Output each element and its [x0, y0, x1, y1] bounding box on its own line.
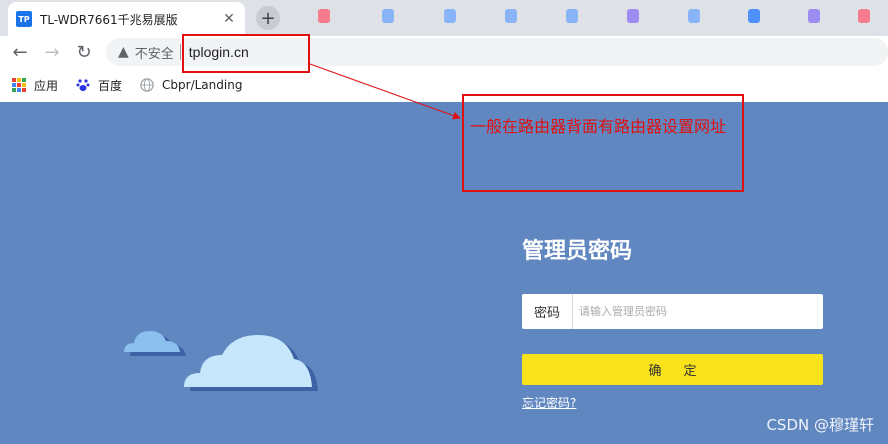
- background-tab-favicon-icon[interactable]: [444, 9, 456, 23]
- background-tab-favicon-icon[interactable]: [748, 9, 760, 23]
- background-tab-favicon-icon[interactable]: [858, 9, 870, 23]
- large-cloud-icon: [184, 335, 318, 391]
- bookmark-cbpr[interactable]: Cbpr/Landing: [140, 78, 242, 92]
- annotation-text: 一般在路由器背面有路由器设置网址: [470, 117, 727, 136]
- forward-button[interactable]: →: [40, 40, 64, 64]
- bookmarks-bar: 应用 百度 Cbpr/Landing: [0, 70, 888, 100]
- globe-icon: [140, 78, 154, 92]
- background-tab-favicon-icon[interactable]: [318, 9, 330, 23]
- apps-grid-icon: [12, 78, 26, 92]
- confirm-button[interactable]: 确定: [522, 354, 823, 385]
- bookmark-label: Cbpr/Landing: [162, 78, 243, 92]
- tab-active[interactable]: TP TL-WDR7661千兆易展版 ✕: [8, 2, 245, 36]
- close-tab-icon[interactable]: ✕: [221, 11, 237, 27]
- toolbar: ← → ↻ ▲ 不安全 tplogin.cn: [0, 36, 888, 68]
- baidu-paw-icon: [76, 78, 90, 92]
- tp-link-favicon-icon: TP: [16, 11, 32, 27]
- bookmark-apps[interactable]: 应用: [12, 77, 58, 94]
- password-input[interactable]: [573, 295, 823, 328]
- background-tab-favicon-icon[interactable]: [505, 9, 517, 23]
- back-button[interactable]: ←: [8, 40, 32, 64]
- tab-strip: TP TL-WDR7661千兆易展版 ✕ +: [0, 0, 888, 36]
- bookmark-label: 百度: [98, 78, 123, 93]
- warning-icon[interactable]: ▲: [118, 44, 129, 60]
- security-status[interactable]: 不安全: [135, 43, 174, 62]
- clouds-illustration: [124, 331, 318, 391]
- annotation-box: [462, 94, 744, 192]
- login-title: 管理员密码: [522, 239, 633, 264]
- forgot-password-link[interactable]: 忘记密码?: [522, 394, 576, 411]
- background-tab-favicon-icon[interactable]: [808, 9, 820, 23]
- password-label: 密码: [522, 294, 573, 329]
- background-tab-favicon-icon[interactable]: [566, 9, 578, 23]
- reload-button[interactable]: ↻: [72, 40, 96, 64]
- password-field: 密码: [522, 294, 823, 329]
- background-tab-favicon-icon[interactable]: [382, 9, 394, 23]
- tab-title: TL-WDR7661千兆易展版: [40, 12, 178, 27]
- router-login-page: [0, 102, 888, 444]
- browser-chrome: TP TL-WDR7661千兆易展版 ✕ + ← → ↻ ▲ 不安全 tplog…: [0, 0, 888, 102]
- url-annotation-box: [182, 34, 310, 73]
- new-tab-button[interactable]: +: [256, 6, 280, 30]
- omnibox-separator: [179, 44, 181, 60]
- small-cloud-icon: [124, 331, 186, 356]
- background-tab-favicon-icon[interactable]: [627, 9, 639, 23]
- bookmark-label: 应用: [34, 78, 59, 93]
- background-tab-favicon-icon[interactable]: [688, 9, 700, 23]
- watermark: CSDN @穆瑾轩: [766, 416, 874, 434]
- bookmark-baidu[interactable]: 百度: [76, 77, 122, 94]
